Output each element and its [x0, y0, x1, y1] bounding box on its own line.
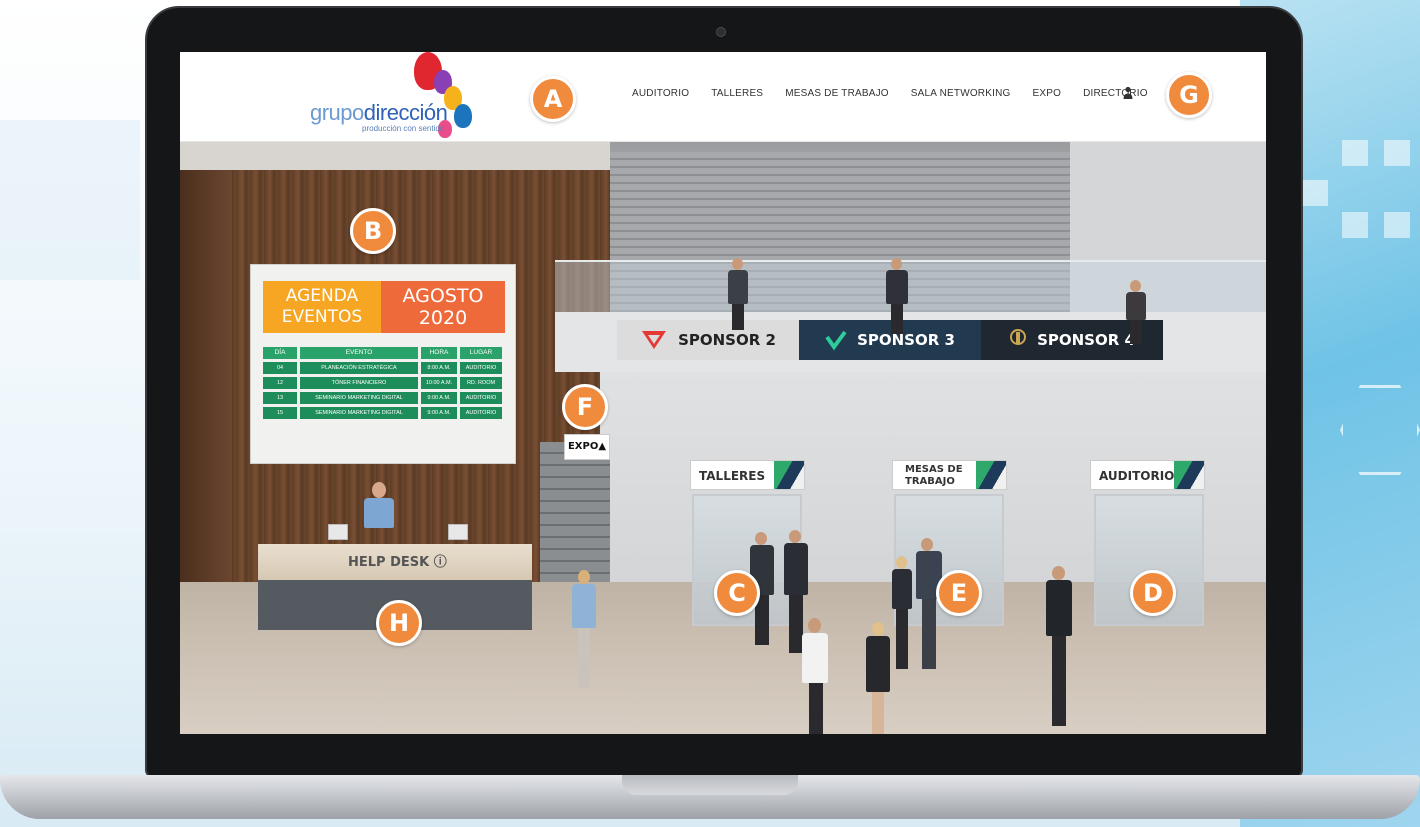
agenda-title: AGENDA EVENTOS [263, 281, 381, 333]
agenda-table: DÍA EVENTO HORA LUGAR 04 PLANEACIÓN ESTR… [263, 347, 505, 422]
ceiling [180, 142, 610, 170]
agenda-cell: 8:00 A.M. [421, 362, 457, 374]
agenda-header: AGENDA EVENTOS AGOSTO 2020 [263, 281, 505, 333]
expo-sign[interactable]: EXPO▲ [564, 434, 610, 460]
agenda-cell: SEMINARIO MARKETING DIGITAL [300, 407, 418, 419]
user-icon[interactable] [1123, 86, 1133, 100]
balloon-icon [454, 104, 472, 128]
nav-mesas-de-trabajo[interactable]: MESAS DE TRABAJO [785, 88, 889, 99]
agenda-board[interactable]: AGENDA EVENTOS AGOSTO 2020 DÍA EVENTO HO… [250, 264, 516, 464]
agenda-cell: AUDITORIO [460, 392, 502, 404]
monitor [328, 524, 348, 540]
agenda-cell: RD. ROOM [460, 377, 502, 389]
glass-railing [555, 260, 1266, 315]
agenda-cell: 13 [263, 392, 297, 404]
background-square [1384, 212, 1410, 238]
agenda-col-event: EVENTO [300, 347, 418, 359]
brand-logo[interactable]: grupodirección producción con sentido [308, 52, 488, 142]
sponsor-2-logo-icon [642, 331, 667, 349]
agenda-col-day: DÍA [263, 347, 297, 359]
stairs [540, 442, 610, 602]
logo-text: grupodirección [310, 100, 448, 125]
agenda-cell: 10:00 A.M. [421, 377, 457, 389]
camera-icon [716, 27, 726, 37]
agenda-cell: 9:00 A.M. [421, 407, 457, 419]
agenda-cell: AUDITORIO [460, 362, 502, 374]
virtual-lobby-scene: SPONSOR 2 SPONSOR 3 SPONSOR 4 AGENDA EVE… [180, 142, 1266, 734]
logo-tagline: producción con sentido [362, 124, 445, 133]
agenda-row: 04 PLANEACIÓN ESTRATÉGICA 8:00 A.M. AUDI… [263, 362, 505, 374]
marker-b[interactable]: B [350, 208, 396, 254]
wood-wall-left [180, 142, 232, 622]
nav-auditorio[interactable]: AUDITORIO [632, 88, 689, 99]
laptop-screen: grupodirección producción con sentido AU… [180, 52, 1266, 734]
agenda-col-place: LUGAR [460, 347, 502, 359]
agenda-header-row: DÍA EVENTO HORA LUGAR [263, 347, 505, 359]
agenda-col-time: HORA [421, 347, 457, 359]
auditorio-sign[interactable]: AUDITORIO [1090, 460, 1205, 490]
info-icon: ⓘ [433, 555, 447, 570]
marker-a[interactable]: A [530, 76, 576, 122]
background-square [1302, 180, 1328, 206]
laptop-notch [622, 775, 798, 795]
background-panel [0, 120, 140, 280]
marker-d[interactable]: D [1130, 570, 1176, 616]
marker-f[interactable]: F [562, 384, 608, 430]
top-navbar: grupodirección producción con sentido AU… [180, 52, 1266, 142]
sponsor-3[interactable]: SPONSOR 3 [799, 320, 981, 360]
sponsor-4-logo-icon [1010, 329, 1027, 345]
agenda-cell: 15 [263, 407, 297, 419]
sponsor-banner: SPONSOR 2 SPONSOR 3 SPONSOR 4 [617, 320, 1163, 360]
sponsor-2[interactable]: SPONSOR 2 [617, 320, 799, 360]
agenda-cell: PLANEACIÓN ESTRATÉGICA [300, 362, 418, 374]
marker-g[interactable]: G [1166, 72, 1212, 118]
agenda-row: 15 SEMINARIO MARKETING DIGITAL 9:00 A.M.… [263, 407, 505, 419]
background-square [1384, 140, 1410, 166]
main-nav: AUDITORIO TALLERES MESAS DE TRABAJO SALA… [632, 88, 1170, 99]
agenda-row: 12 TÓNER FINANCIERO 10:00 A.M. RD. ROOM [263, 377, 505, 389]
nav-directorio[interactable]: DIRECTORIO [1083, 88, 1148, 99]
background-square [1342, 140, 1368, 166]
marker-e[interactable]: E [936, 570, 982, 616]
nav-expo[interactable]: EXPO [1032, 88, 1061, 99]
nav-talleres[interactable]: TALLERES [711, 88, 763, 99]
nav-sala-networking[interactable]: SALA NETWORKING [911, 88, 1011, 99]
agenda-cell: AUDITORIO [460, 407, 502, 419]
marker-c[interactable]: C [714, 570, 760, 616]
agenda-cell: SEMINARIO MARKETING DIGITAL [300, 392, 418, 404]
talleres-sign[interactable]: TALLERES [690, 460, 805, 490]
help-desk-label: HELP DESK ⓘ [348, 555, 447, 570]
sponsor-3-logo-icon [825, 330, 847, 351]
background-square [1342, 212, 1368, 238]
agenda-cell: 9:00 A.M. [421, 392, 457, 404]
agenda-row: 13 SEMINARIO MARKETING DIGITAL 9:00 A.M.… [263, 392, 505, 404]
mesas-de-trabajo-sign[interactable]: MESAS DE TRABAJO [892, 460, 1007, 490]
agenda-cell: TÓNER FINANCIERO [300, 377, 418, 389]
agenda-cell: 04 [263, 362, 297, 374]
agenda-month: AGOSTO 2020 [381, 281, 505, 333]
monitor [448, 524, 468, 540]
agenda-cell: 12 [263, 377, 297, 389]
marker-h[interactable]: H [376, 600, 422, 646]
